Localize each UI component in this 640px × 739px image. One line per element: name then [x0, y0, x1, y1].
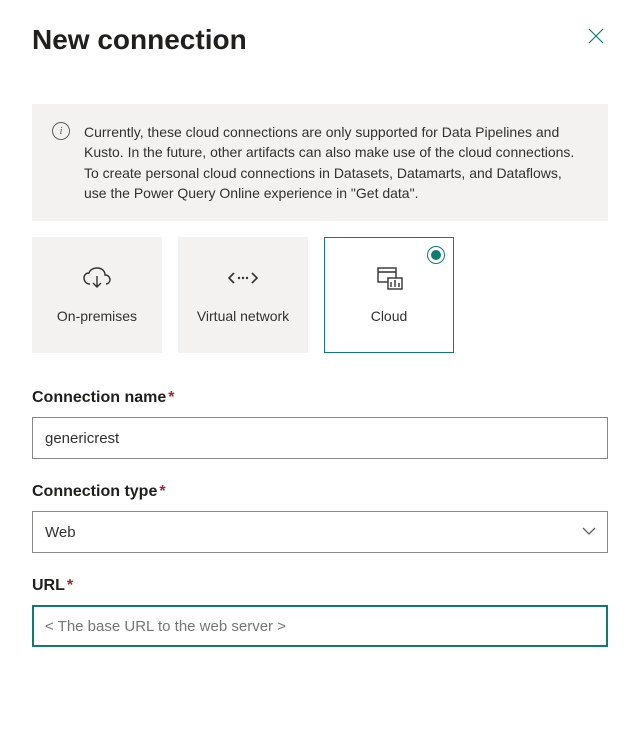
required-asterisk: * — [159, 483, 165, 500]
close-icon — [588, 28, 604, 44]
connection-type-value: Web — [45, 524, 76, 541]
card-label: On-premises — [57, 307, 137, 325]
url-label: URL* — [32, 577, 608, 595]
connection-name-label: Connection name* — [32, 389, 608, 407]
card-virtual-network[interactable]: Virtual network — [178, 237, 308, 353]
card-on-premises[interactable]: On-premises — [32, 237, 162, 353]
cloud-download-icon — [82, 265, 112, 291]
card-cloud[interactable]: Cloud — [324, 237, 454, 353]
field-url: URL* — [32, 577, 608, 647]
info-icon: i — [52, 122, 70, 140]
required-asterisk: * — [168, 389, 174, 406]
card-label: Cloud — [371, 307, 408, 325]
network-icon — [228, 265, 258, 291]
connection-type-label: Connection type* — [32, 483, 608, 501]
connection-type-select[interactable]: Web — [32, 511, 608, 553]
close-button[interactable] — [584, 24, 608, 52]
card-label: Virtual network — [197, 307, 289, 325]
connection-kind-cards: On-premises Virtual network Cloud — [32, 237, 608, 353]
page-title: New connection — [32, 24, 247, 56]
required-asterisk: * — [67, 577, 73, 594]
info-text: Currently, these cloud connections are o… — [84, 122, 588, 203]
connection-name-input[interactable] — [32, 417, 608, 459]
field-connection-name: Connection name* — [32, 389, 608, 459]
info-banner: i Currently, these cloud connections are… — [32, 104, 608, 221]
field-connection-type: Connection type* Web — [32, 483, 608, 553]
cloud-data-icon — [374, 265, 404, 291]
url-input[interactable] — [32, 605, 608, 647]
selected-indicator-icon — [427, 246, 445, 264]
